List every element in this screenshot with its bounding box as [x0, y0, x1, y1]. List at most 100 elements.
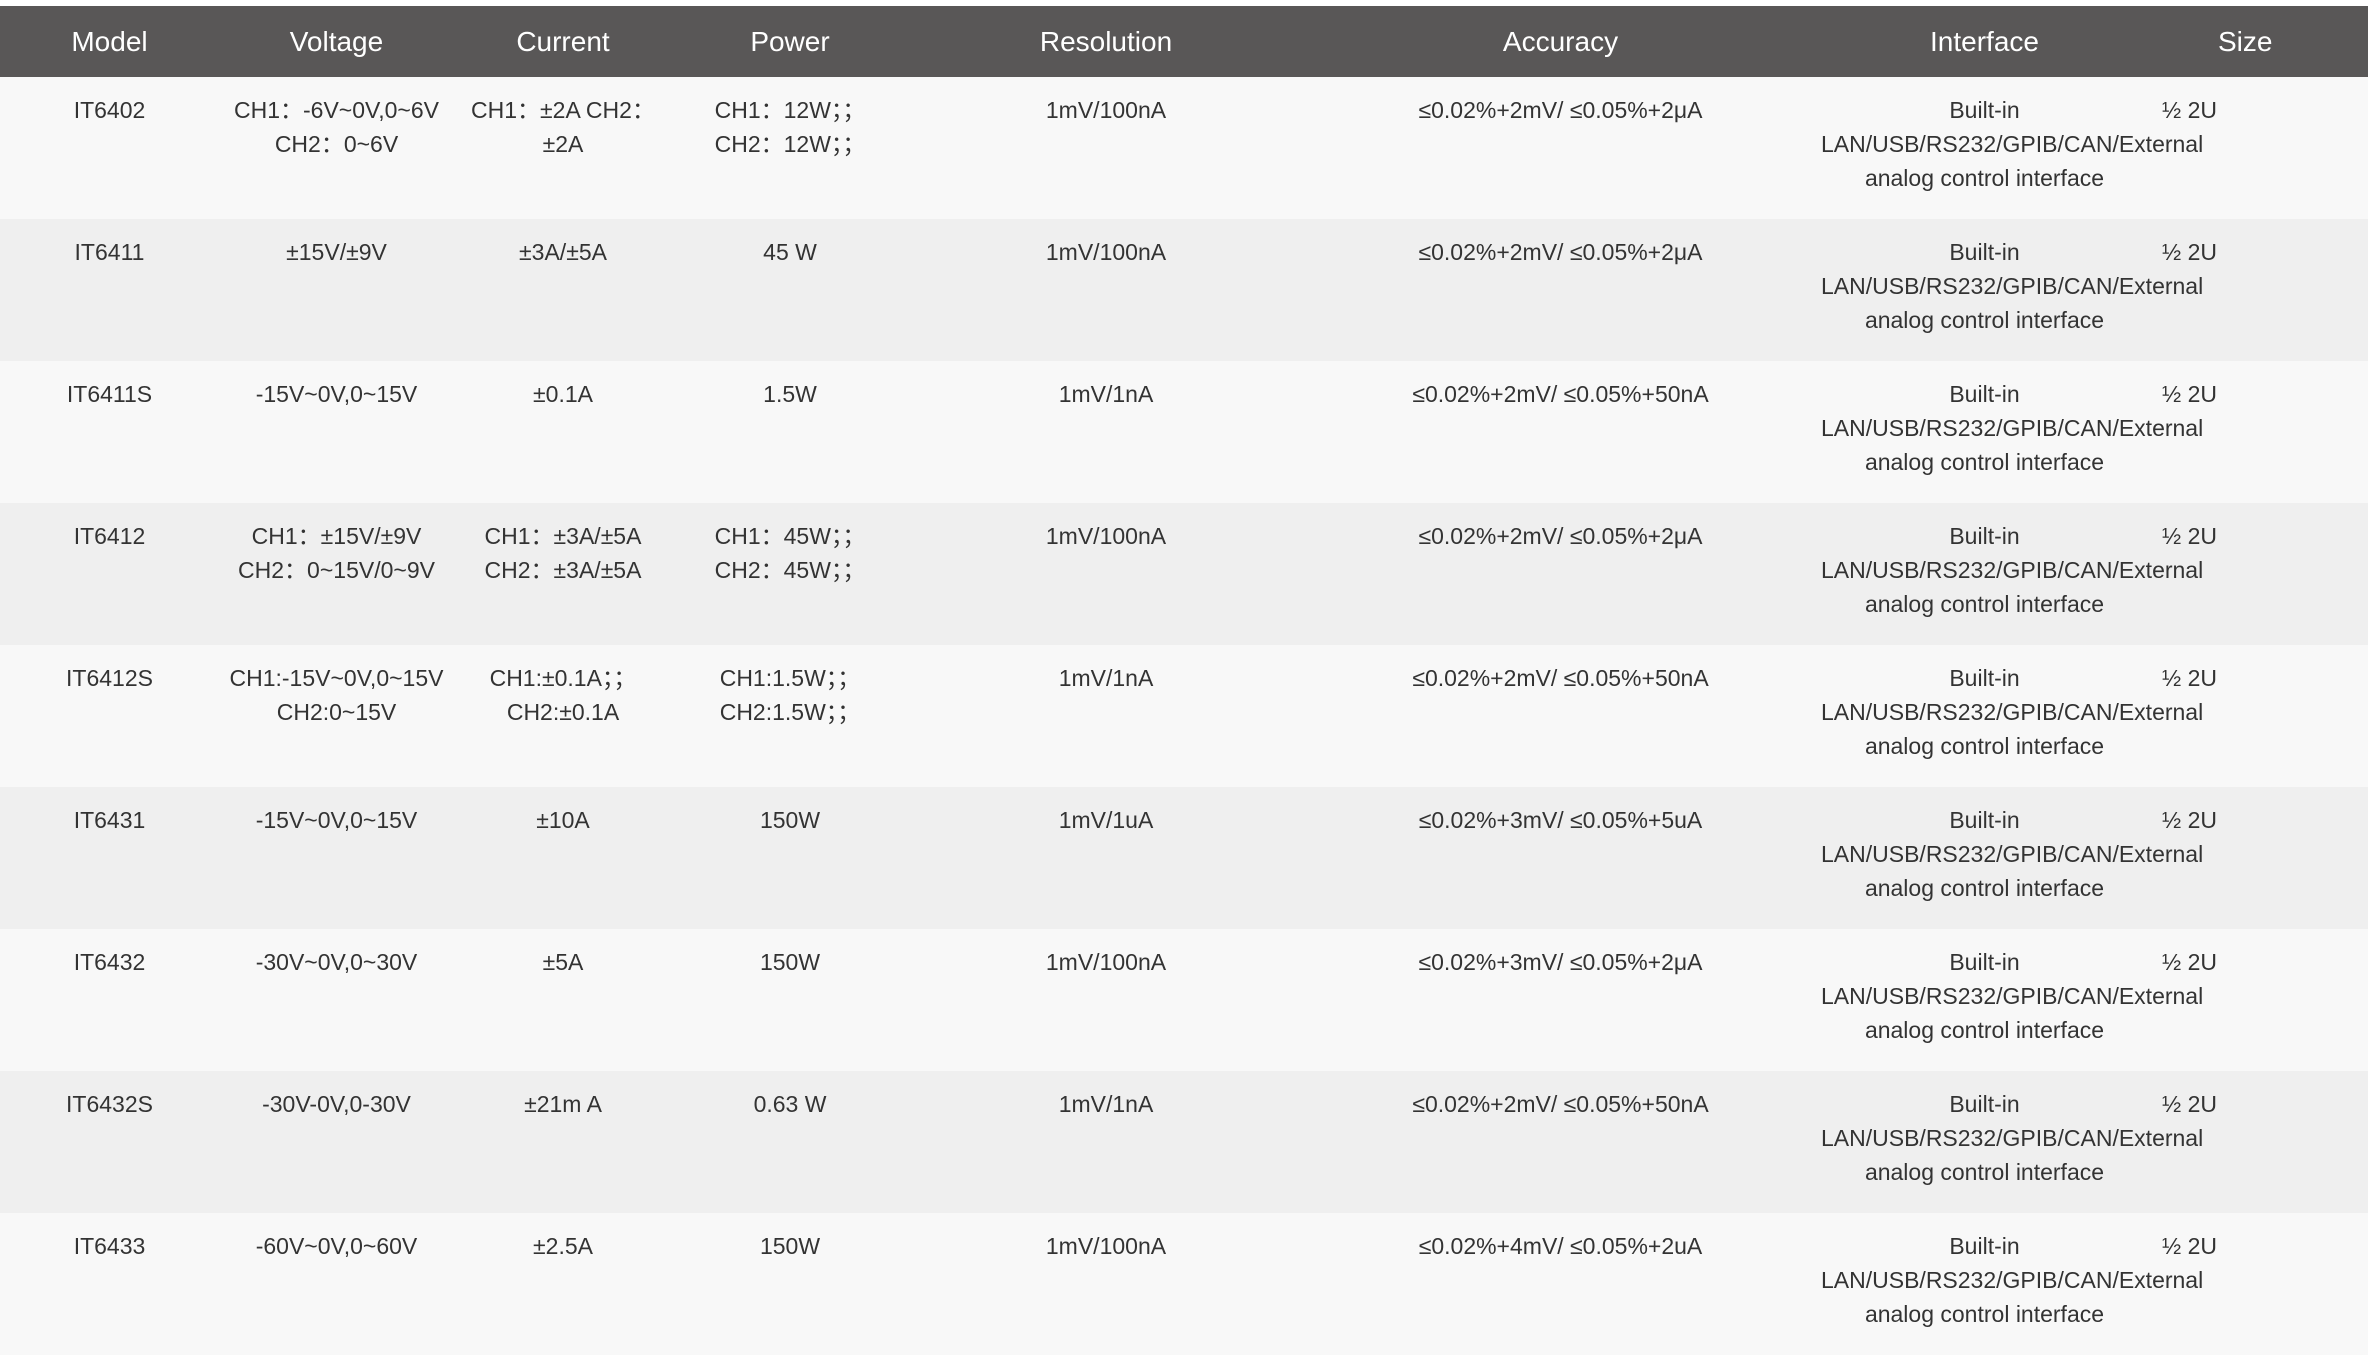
accuracy-cell: ≤0.02%+3mV/ ≤0.05%+2μA — [1418, 949, 1703, 975]
current-line: ±5A — [542, 949, 584, 975]
resolution-cell: 1mV/1uA — [1058, 807, 1154, 833]
header-size: Size — [2218, 25, 2273, 57]
interface-line: Built-in — [1949, 1233, 2020, 1259]
header-row: Model Voltage Current Power Resolution A… — [0, 6, 2368, 77]
header-model: Model — [71, 25, 148, 57]
power-cell: 150W — [672, 787, 908, 929]
current-cell: ±21m A — [454, 1071, 672, 1213]
resolution-cell: 1mV/100nA — [1045, 239, 1167, 265]
table-row: IT6412S CH1:-15V~0V,0~15V CH2:0~15V CH1:±0.… — [0, 645, 2368, 787]
power-cell: CH1：12W；； CH2：12W；； — [672, 77, 908, 219]
voltage-cell: CH1:-15V~0V,0~15V CH2:0~15V — [219, 645, 454, 787]
interface-line: analog control interface — [1864, 875, 2105, 901]
power-line: CH2：12W；； — [714, 131, 866, 157]
interface-line: Built-in — [1949, 523, 2020, 549]
voltage-line: CH2：0~6V — [274, 131, 399, 157]
interface-cell: Built-in LAN/USB/RS232/GPIB/CAN/External a… — [1817, 503, 2204, 645]
power-cell: 150W — [672, 1213, 908, 1355]
header-interface: Interface — [1930, 25, 2039, 57]
current-cell: CH1:±0.1A；； CH2:±0.1A — [454, 645, 672, 787]
voltage-line: -30V-0V,0-30V — [262, 1091, 411, 1117]
interface-line: Built-in — [1949, 381, 2020, 407]
current-cell: ±10A — [454, 787, 672, 929]
interface-cell: Built-in LAN/USB/RS232/GPIB/CAN/External a… — [1817, 361, 2204, 503]
interface-cell: Built-in LAN/USB/RS232/GPIB/CAN/External a… — [1817, 77, 2204, 219]
table-row: IT6433 -60V~0V,0~60V ±2.5A 150W 1mV/100nA ≤0.… — [0, 1213, 2368, 1355]
power-line: CH2:1.5W；； — [719, 699, 861, 725]
current-cell: CH1：±2A CH2： ±2A — [454, 77, 672, 219]
current-cell: ±2.5A — [454, 1213, 672, 1355]
voltage-line: -15V~0V,0~15V — [255, 807, 418, 833]
table-row: IT6431 -15V~0V,0~15V ±10A 150W 1mV/1uA ≤0.02%… — [0, 787, 2368, 929]
model-cell: IT6433 — [73, 1233, 146, 1259]
accuracy-cell: ≤0.02%+4mV/ ≤0.05%+2uA — [1418, 1233, 1703, 1259]
interface-line: analog control interface — [1864, 165, 2105, 191]
table-row: IT6411S -15V~0V,0~15V ±0.1A 1.5W 1mV/1nA ≤0.0… — [0, 361, 2368, 503]
interface-cell: Built-in LAN/USB/RS232/GPIB/CAN/External a… — [1817, 645, 2204, 787]
table-row: IT6432 -30V~0V,0~30V ±5A 150W 1mV/100nA ≤0.02… — [0, 929, 2368, 1071]
current-line: ±21m A — [524, 1091, 602, 1117]
power-line: 0.63 W — [753, 1091, 827, 1117]
interface-line: analog control interface — [1864, 1017, 2105, 1043]
current-line: ±2A — [542, 131, 584, 157]
resolution-cell: 1mV/100nA — [1045, 523, 1167, 549]
interface-cell: Built-in LAN/USB/RS232/GPIB/CAN/External a… — [1817, 219, 2204, 361]
header-accuracy: Accuracy — [1502, 25, 1619, 57]
power-cell: 0.63 W — [672, 1071, 908, 1213]
interface-line: LAN/USB/RS232/GPIB/CAN/External — [1821, 415, 2204, 441]
table-row: IT6412 CH1：±15V/±9V CH2：0~15V/0~9V CH1：±3A/… — [0, 503, 2368, 645]
model-cell: IT6432 — [73, 949, 146, 975]
table-header: Model Voltage Current Power Resolution A… — [0, 6, 2368, 77]
interface-line: analog control interface — [1864, 1301, 2105, 1327]
interface-line: LAN/USB/RS232/GPIB/CAN/External — [1821, 1267, 2204, 1293]
header-resolution: Resolution — [1039, 25, 1173, 57]
model-cell: IT6412S — [66, 665, 153, 691]
accuracy-cell: ≤0.02%+2mV/ ≤0.05%+2μA — [1418, 523, 1703, 549]
current-line: ±0.1A — [533, 381, 593, 407]
current-cell: CH1：±3A/±5A CH2：±3A/±5A — [454, 503, 672, 645]
spec-table-container: Model Voltage Current Power Resolution A… — [0, 6, 2368, 1355]
model-cell: IT6432S — [66, 1091, 153, 1117]
table-row: IT6402 CH1：-6V~0V,0~6V CH2：0~6V CH1：±2A CH2… — [0, 77, 2368, 219]
table-row: IT6411 ±15V/±9V ±3A/±5A 45 W 1mV/100nA ≤0.02%… — [0, 219, 2368, 361]
interface-line: Built-in — [1949, 665, 2020, 691]
voltage-cell: ±15V/±9V — [219, 219, 454, 361]
interface-line: Built-in — [1949, 239, 2020, 265]
interface-line: LAN/USB/RS232/GPIB/CAN/External — [1821, 273, 2204, 299]
model-cell: IT6412 — [73, 523, 146, 549]
spec-table: Model Voltage Current Power Resolution A… — [0, 6, 2368, 1355]
accuracy-cell: ≤0.02%+2mV/ ≤0.05%+50nA — [1412, 1091, 1709, 1117]
voltage-line: CH2：0~15V/0~9V — [238, 557, 435, 583]
power-cell: CH1:1.5W；； CH2:1.5W；； — [672, 645, 908, 787]
power-line: CH1：12W；； — [714, 97, 866, 123]
interface-line: Built-in — [1949, 807, 2020, 833]
current-line: CH1：±3A/±5A — [484, 523, 642, 549]
voltage-cell: -60V~0V,0~60V — [219, 1213, 454, 1355]
power-cell: CH1：45W；； CH2：45W；； — [672, 503, 908, 645]
table-row: IT6432S -30V-0V,0-30V ±21m A 0.63 W 1mV/1nA ≤… — [0, 1071, 2368, 1213]
resolution-cell: 1mV/1nA — [1058, 665, 1154, 691]
model-cell: IT6411S — [66, 381, 153, 407]
interface-line: LAN/USB/RS232/GPIB/CAN/External — [1821, 131, 2204, 157]
current-line: ±3A/±5A — [519, 239, 607, 265]
voltage-line: CH2:0~15V — [276, 699, 397, 725]
interface-line: LAN/USB/RS232/GPIB/CAN/External — [1821, 557, 2204, 583]
header-voltage: Voltage — [289, 25, 384, 57]
interface-line: analog control interface — [1864, 1159, 2105, 1185]
interface-line: analog control interface — [1864, 449, 2105, 475]
voltage-line: CH1：-6V~0V,0~6V — [233, 97, 439, 123]
resolution-cell: 1mV/100nA — [1045, 949, 1167, 975]
interface-cell: Built-in LAN/USB/RS232/GPIB/CAN/External a… — [1817, 929, 2203, 1071]
model-cell: IT6402 — [73, 97, 146, 123]
interface-line: Built-in — [1949, 97, 2020, 123]
interface-line: LAN/USB/RS232/GPIB/CAN/External — [1821, 699, 2204, 725]
current-line: ±10A — [536, 807, 590, 833]
accuracy-cell: ≤0.02%+2mV/ ≤0.05%+50nA — [1412, 381, 1709, 407]
model-cell: IT6431 — [73, 807, 146, 833]
power-line: CH2：45W；； — [714, 557, 866, 583]
power-cell: 1.5W — [672, 361, 908, 503]
power-line: 1.5W — [763, 381, 817, 407]
voltage-line: CH1:-15V~0V,0~15V — [229, 665, 444, 691]
voltage-line: -60V~0V,0~60V — [255, 1233, 418, 1259]
resolution-cell: 1mV/1nA — [1058, 381, 1154, 407]
